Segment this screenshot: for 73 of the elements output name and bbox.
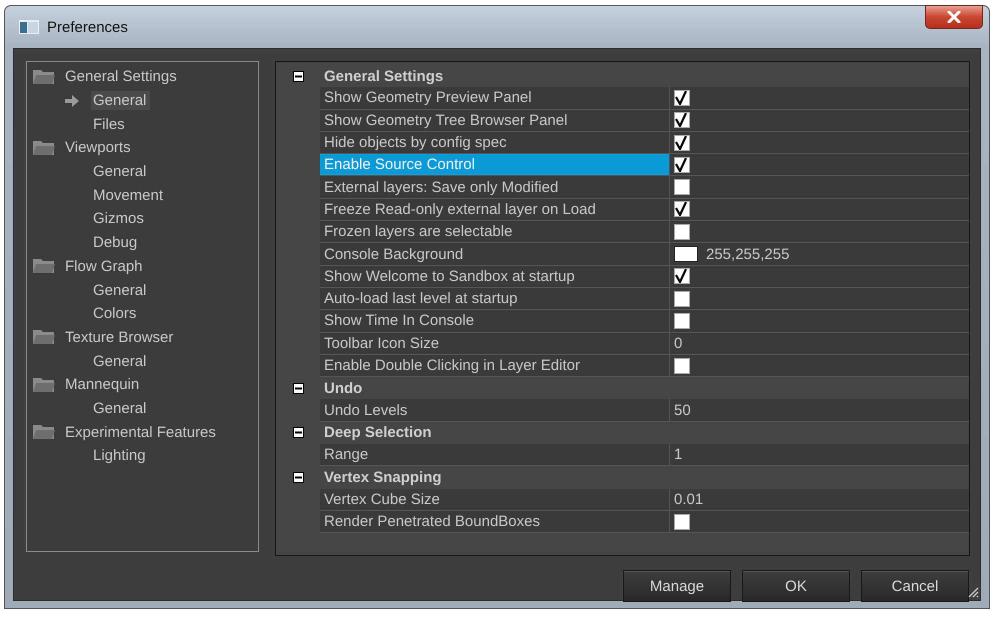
checkbox[interactable] [674,112,690,128]
tree-item[interactable]: Flow Graph [63,256,147,276]
app-icon [19,20,39,34]
property-label[interactable]: Show Time In Console [320,310,670,333]
checkbox[interactable] [674,201,690,218]
tree-item[interactable]: Colors [91,304,140,324]
section-title: Undo [323,378,362,399]
checkbox[interactable] [674,224,690,240]
tree-item[interactable]: General [91,162,150,182]
property-value[interactable]: 0 [674,334,682,352]
property-label[interactable]: Vertex Cube Size [320,488,670,511]
dialog-button[interactable]: Manage [623,570,731,602]
property-label[interactable]: Hide objects by config spec [320,132,670,154]
tree-item[interactable]: General [91,91,150,110]
property-label[interactable]: Freeze Read-only external layer on Load [320,198,670,222]
window-title: Preferences [47,18,128,36]
tree-item[interactable]: General [91,352,150,371]
checkbox[interactable] [674,134,690,151]
collapse-icon[interactable] [292,70,304,82]
section-title: Deep Selection [323,423,432,444]
checkbox[interactable] [674,268,690,284]
collapse-icon[interactable] [292,472,304,483]
collapse-icon[interactable] [292,382,304,394]
checkbox[interactable] [674,90,690,106]
property-value[interactable]: 0.01 [674,490,704,508]
property-label[interactable]: Auto-load last level at startup [320,288,670,310]
tree-item[interactable]: Viewports [63,138,135,158]
section-title: General Settings [323,66,444,87]
close-button[interactable] [925,5,983,29]
tree-item[interactable]: General [91,280,150,300]
checkbox[interactable] [674,312,690,329]
tree-item[interactable]: General Settings [63,67,181,86]
property-label[interactable]: Toolbar Icon Size [320,332,670,355]
tree-item[interactable]: Lighting [91,446,150,466]
resize-grip-icon[interactable] [967,586,979,598]
property-value[interactable]: 1 [674,446,682,464]
folder-icon[interactable] [33,329,55,346]
folder-icon[interactable] [33,68,55,85]
checkbox[interactable] [674,179,690,196]
property-label[interactable]: Range [320,444,670,466]
folder-icon[interactable] [33,424,55,440]
property-label[interactable]: External layers: Save only Modified [320,176,670,199]
tree-item[interactable]: Debug [91,233,142,252]
property-label[interactable]: Undo Levels [320,399,670,422]
property-label[interactable]: Enable Double Clicking in Layer Editor [320,354,670,378]
checkbox[interactable] [674,358,690,374]
tree-item[interactable]: Files [91,114,129,134]
tree-item[interactable]: Texture Browser [63,328,178,347]
tree-item[interactable]: Movement [91,186,168,205]
property-label[interactable]: Show Geometry Preview Panel [320,87,670,110]
arrow-icon [65,94,79,107]
folder-icon[interactable] [33,258,55,274]
checkbox[interactable] [674,290,690,307]
close-icon [947,11,961,23]
folder-icon[interactable] [33,376,55,393]
property-label[interactable]: Show Geometry Tree Browser Panel [320,110,670,132]
property-label[interactable]: Frozen layers are selectable [320,221,670,244]
property-label[interactable]: Console Background [320,243,670,266]
property-label[interactable]: Render Penetrated BoundBoxes [320,510,670,534]
color-swatch[interactable] [674,246,698,262]
folder-icon[interactable] [33,140,55,156]
section-title: Vertex Snapping [323,468,442,488]
tree-item[interactable]: Mannequin [63,375,144,394]
checkbox[interactable] [674,156,690,173]
property-label[interactable]: Show Welcome to Sandbox at startup [320,266,670,288]
checkbox[interactable] [674,514,690,530]
dialog-button[interactable]: OK [742,570,850,602]
tree-item[interactable]: Gizmos [91,209,148,228]
tree-item[interactable]: Experimental Features [63,422,220,442]
collapse-icon[interactable] [292,427,304,438]
property-value[interactable]: 50 [674,402,691,419]
tree-item[interactable]: General [91,398,150,418]
dialog-button[interactable]: Cancel [861,570,969,602]
